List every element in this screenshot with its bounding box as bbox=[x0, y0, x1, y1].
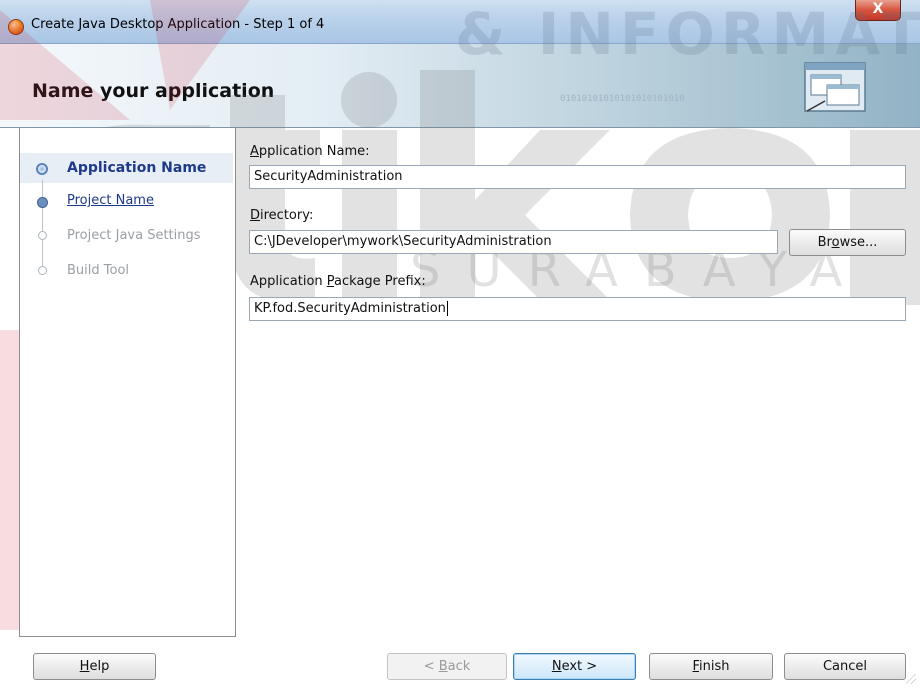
package-prefix-input[interactable]: KP.fod.SecurityAdministration bbox=[249, 297, 906, 321]
close-button[interactable]: X bbox=[855, 0, 901, 21]
step-connector-line bbox=[42, 180, 43, 270]
browse-button[interactable]: Browse... bbox=[789, 229, 906, 256]
text-caret bbox=[446, 301, 448, 316]
next-button[interactable]: Next > bbox=[513, 653, 636, 680]
pending-step-icon bbox=[38, 231, 47, 240]
finish-button[interactable]: Finish bbox=[649, 653, 773, 680]
step-person-icon bbox=[37, 197, 48, 208]
directory-input[interactable]: C:\JDeveloper\mywork\SecurityAdministrat… bbox=[249, 230, 778, 254]
page-title: Name your application bbox=[32, 80, 275, 102]
back-button[interactable]: < Back bbox=[387, 653, 507, 680]
nav-item-project-java-settings: Project Java Settings bbox=[67, 228, 201, 243]
application-name-input[interactable]: SecurityAdministration bbox=[249, 165, 906, 189]
nav-item-application-name[interactable]: Application Name bbox=[67, 160, 206, 176]
package-prefix-value: KP.fod.SecurityAdministration bbox=[254, 301, 446, 316]
application-name-label: Application Name: bbox=[250, 144, 370, 159]
wizard-header: Name your application 010101010101010101… bbox=[0, 44, 920, 128]
header-binary-stripe: 01010101010101010101010 bbox=[560, 94, 685, 104]
app-icon bbox=[8, 19, 24, 35]
current-step-icon bbox=[36, 163, 48, 175]
directory-label: Directory: bbox=[250, 208, 314, 223]
nav-item-project-name[interactable]: Project Name bbox=[67, 193, 154, 208]
help-button[interactable]: Help bbox=[33, 653, 156, 680]
resize-grip-icon[interactable] bbox=[906, 674, 916, 684]
title-bar: Create Java Desktop Application - Step 1… bbox=[0, 0, 920, 44]
pending-step-icon bbox=[38, 266, 47, 275]
nav-item-build-tool: Build Tool bbox=[67, 263, 130, 278]
package-prefix-label: Application Package Prefix: bbox=[250, 274, 426, 289]
windows-graphic-icon bbox=[804, 62, 866, 112]
cancel-button[interactable]: Cancel bbox=[784, 653, 906, 680]
window-title: Create Java Desktop Application - Step 1… bbox=[31, 17, 325, 32]
